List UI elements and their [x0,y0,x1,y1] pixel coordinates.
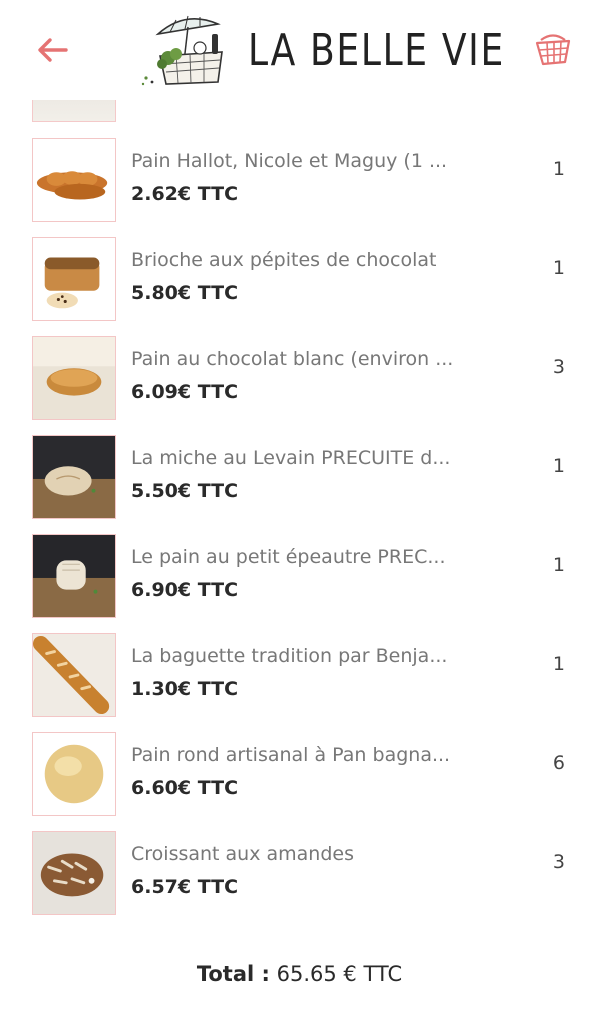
item-price: 5.50€ TTC [131,480,239,502]
item-quantity[interactable]: 6 [553,752,565,774]
item-name: Brioche aux pépites de chocolat [131,249,437,271]
item-thumbnail [32,534,116,618]
item-quantity[interactable]: 1 [553,158,565,180]
cart-total: Total : 65.65 € TTC [0,962,599,986]
shopping-basket-icon [535,34,571,66]
picnic-basket-logo-icon [141,15,223,86]
item-quantity[interactable]: 1 [553,554,565,576]
item-thumbnail [32,336,116,420]
arrow-left-icon [38,38,68,62]
cart-item[interactable]: Croissant aux amandes 6.57€ TTC 3 [0,831,599,930]
item-quantity[interactable]: 3 [553,851,565,873]
bread-image [33,139,115,221]
item-price: 1.30€ TTC [131,678,239,700]
item-thumbnail [32,138,116,222]
item-name: Pain Hallot, Nicole et Maguy (1 ... [131,150,448,172]
item-thumbnail [32,831,116,915]
cart-item-list[interactable]: Pain Hallot, Nicole et Maguy (1 ... 2.62… [0,100,599,960]
bread-image [33,337,115,419]
item-price: 5.80€ TTC [131,282,239,304]
item-quantity[interactable]: 1 [553,455,565,477]
item-price: 2.62€ TTC [131,183,239,205]
item-thumbnail [32,237,116,321]
item-name: Le pain au petit épeautre PREC... [131,546,446,568]
cart-item[interactable]: La baguette tradition par Benja... 1.30€… [0,633,599,732]
brand-logo[interactable]: LA BELLE VIE [140,8,503,92]
item-name: La miche au Levain PRECUITE d... [131,447,451,469]
item-price: 6.09€ TTC [131,381,239,403]
item-thumbnail [32,732,116,816]
item-name: Pain rond artisanal à Pan bagna... [131,744,451,766]
app-header: LA BELLE VIE [0,0,599,100]
cart-item[interactable]: Pain Hallot, Nicole et Maguy (1 ... 2.62… [0,138,599,237]
item-name: La baguette tradition par Benja... [131,645,448,667]
basket-button[interactable] [529,26,577,74]
item-price: 6.60€ TTC [131,777,239,799]
item-name: Croissant aux amandes [131,843,354,865]
bread-image [33,634,115,716]
item-price: 6.57€ TTC [131,876,239,898]
bread-image [33,535,115,617]
cart-item[interactable]: Le pain au petit épeautre PREC... 6.90€ … [0,534,599,633]
cart-item[interactable]: Brioche aux pépites de chocolat 5.80€ TT… [0,237,599,336]
cart-item[interactable]: Pain au chocolat blanc (environ ... 6.09… [0,336,599,435]
item-quantity[interactable]: 3 [553,356,565,378]
bread-image [33,238,115,320]
cart-item[interactable]: La miche au Levain PRECUITE d... 5.50€ T… [0,435,599,534]
item-price: 6.90€ TTC [131,579,239,601]
logo-text: LA BELLE VIE [248,24,505,76]
total-label: Total : [196,962,270,986]
item-thumbnail [32,435,116,519]
back-button[interactable] [30,28,74,72]
partial-item-thumbnail [32,100,116,122]
item-thumbnail [32,633,116,717]
bread-image [33,733,115,815]
bread-image [33,832,115,914]
item-quantity[interactable]: 1 [553,653,565,675]
total-value: 65.65 € TTC [276,962,403,986]
item-name: Pain au chocolat blanc (environ ... [131,348,454,370]
cart-item[interactable]: Pain rond artisanal à Pan bagna... 6.60€… [0,732,599,831]
item-quantity[interactable]: 1 [553,257,565,279]
bread-image [33,436,115,518]
